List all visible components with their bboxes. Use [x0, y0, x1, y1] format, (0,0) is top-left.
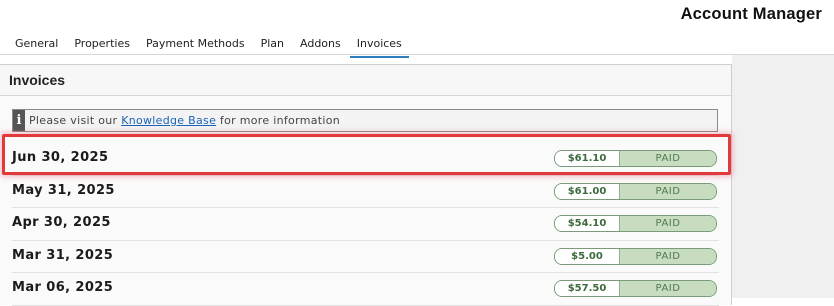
- invoice-status-pill[interactable]: $54.10 PAID: [554, 215, 717, 232]
- info-banner: i Please visit our Knowledge Base for mo…: [12, 109, 718, 132]
- info-text-before: Please visit our: [29, 114, 122, 127]
- invoice-status: PAID: [620, 151, 716, 166]
- tab-divider: [0, 54, 834, 55]
- invoice-amount: $61.00: [555, 183, 620, 199]
- invoice-amount: $61.10: [555, 151, 620, 166]
- tab-bar: General Properties Payment Methods Plan …: [8, 32, 411, 58]
- invoice-date: Jun 30, 2025: [12, 150, 109, 165]
- invoice-status-pill[interactable]: $61.00 PAID: [554, 182, 717, 200]
- invoice-amount: $57.50: [555, 281, 620, 296]
- invoice-row[interactable]: Jun 30, 2025 $61.10 PAID: [12, 143, 719, 176]
- invoice-status: PAID: [620, 216, 716, 231]
- invoice-date: Mar 31, 2025: [12, 247, 114, 263]
- sidebar-background: [732, 55, 834, 298]
- info-text: Please visit our Knowledge Base for more…: [29, 114, 340, 127]
- info-icon: i: [13, 110, 25, 131]
- panel-title: Invoices: [0, 65, 731, 96]
- knowledge-base-link[interactable]: Knowledge Base: [121, 114, 216, 127]
- invoice-row[interactable]: Apr 30, 2025 $54.10 PAID: [12, 208, 719, 241]
- invoice-status-pill[interactable]: $5.00 PAID: [554, 247, 717, 265]
- invoice-status-pill[interactable]: $57.50 PAID: [554, 280, 717, 297]
- invoice-row[interactable]: Mar 06, 2025 $57.50 PAID: [12, 273, 719, 306]
- invoice-status-pill[interactable]: $61.10 PAID: [554, 150, 717, 167]
- invoice-row[interactable]: Mar 31, 2025 $5.00 PAID: [12, 241, 719, 273]
- invoice-status: PAID: [620, 248, 716, 264]
- invoice-date: May 31, 2025: [12, 182, 115, 198]
- app-title: Account Manager: [680, 5, 822, 23]
- invoice-row[interactable]: May 31, 2025 $61.00 PAID: [12, 176, 719, 208]
- invoice-list: Jun 30, 2025 $61.10 PAID May 31, 2025 $6…: [0, 143, 731, 306]
- invoice-date: Apr 30, 2025: [12, 215, 111, 230]
- info-text-after: for more information: [216, 114, 341, 127]
- invoice-status: PAID: [620, 281, 716, 296]
- invoice-status: PAID: [620, 183, 716, 199]
- invoice-date: Mar 06, 2025: [12, 280, 114, 295]
- invoice-amount: $5.00: [555, 248, 620, 264]
- invoices-panel: Invoices i Please visit our Knowledge Ba…: [0, 64, 732, 306]
- invoice-amount: $54.10: [555, 216, 620, 231]
